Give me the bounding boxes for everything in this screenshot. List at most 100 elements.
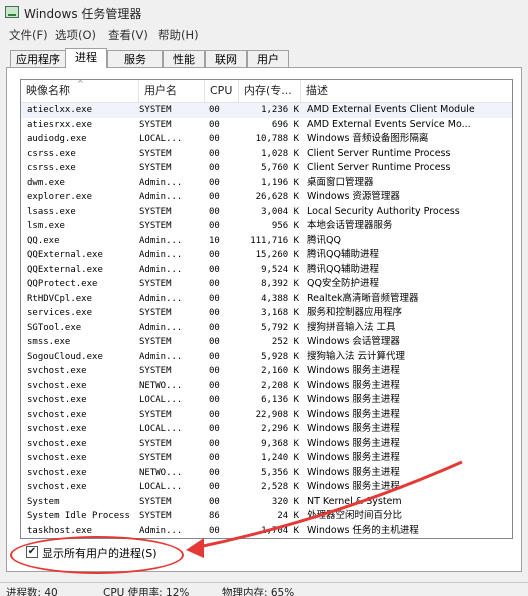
- column-image-name[interactable]: ^ 映像名称: [21, 80, 139, 102]
- process-description: 搜狗拼音输入法 工具: [307, 321, 396, 333]
- process-cpu: 00: [209, 134, 220, 144]
- process-memory: 1,236 K: [261, 105, 299, 115]
- process-row[interactable]: svchost.exe NETWO... 00 2,208 K Windows 服务主进…: [21, 379, 512, 394]
- process-cpu: 00: [209, 395, 220, 405]
- column-memory[interactable]: 内存(专...: [239, 80, 301, 102]
- process-row[interactable]: taskhost.exe Admin... 00 1,704 K Windows 任务的…: [21, 524, 512, 539]
- process-image-name: csrss.exe: [27, 148, 76, 159]
- process-description: Windows 任务的主机进程: [307, 524, 419, 536]
- process-user-name: Admin...: [139, 322, 183, 333]
- process-cpu: 00: [209, 351, 220, 362]
- process-image-name: explorer.exe: [27, 192, 93, 202]
- process-row[interactable]: dwm.exe Admin... 00 1,196 K 桌面窗口管理器: [21, 176, 512, 191]
- column-cpu[interactable]: CPU: [205, 80, 239, 102]
- menu-help[interactable]: 帮助(H): [158, 27, 199, 43]
- process-memory: 5,928 K: [261, 351, 299, 362]
- menu-bar: 文件(F) 选项(O) 查看(V) 帮助(H): [0, 26, 528, 44]
- process-description: 处理器空闲时间百分比: [307, 510, 403, 521]
- process-row[interactable]: QQProtect.exe SYSTEM 00 8,392 K QQ安全防护进程: [21, 277, 512, 292]
- process-row[interactable]: SogouCloud.exe Admin... 00 5,928 K 搜狗输入法 云计算…: [21, 350, 512, 365]
- process-memory: 2,208 K: [261, 380, 299, 391]
- process-cpu: 00: [209, 177, 220, 188]
- window-title: Windows 任务管理器: [24, 7, 142, 21]
- column-description[interactable]: 描述: [301, 80, 512, 102]
- process-description: QQ安全防护进程: [307, 278, 379, 289]
- process-row[interactable]: services.exe SYSTEM 00 3,168 K 服务和控制器应用程序: [21, 306, 512, 321]
- process-row[interactable]: svchost.exe SYSTEM 00 1,240 K Windows 服务主进程: [21, 451, 512, 466]
- process-row[interactable]: System SYSTEM 00 320 K NT Kernel & System: [21, 495, 512, 510]
- process-image-name: System Idle Process: [27, 511, 130, 521]
- sort-ascending-icon: ^: [77, 79, 84, 88]
- process-description: NT Kernel & System: [307, 495, 402, 507]
- process-description: 桌面窗口管理器: [307, 176, 374, 188]
- process-row[interactable]: lsass.exe SYSTEM 00 3,004 K Local Security A…: [21, 205, 512, 220]
- process-memory: 4,388 K: [261, 293, 299, 304]
- process-row[interactable]: svchost.exe SYSTEM 00 9,368 K Windows 服务主进程: [21, 437, 512, 452]
- process-row[interactable]: svchost.exe LOCAL... 00 2,528 K Windows 服务主进…: [21, 480, 512, 495]
- process-cpu: 00: [209, 105, 220, 115]
- process-user-name: SYSTEM: [139, 119, 172, 130]
- process-row[interactable]: atieclxx.exe SYSTEM 00 1,236 K AMD External …: [21, 103, 512, 118]
- process-row[interactable]: QQExternal.exe Admin... 00 15,260 K 腾讯QQ辅助进程: [21, 248, 512, 263]
- tab-users[interactable]: 用户: [247, 50, 289, 67]
- process-list[interactable]: ^ 映像名称 用户名 CPU 内存(专... 描述 atieclxx.exe SY…: [20, 79, 513, 539]
- process-row[interactable]: SGTool.exe Admin... 00 5,792 K 搜狗拼音输入法 工具: [21, 321, 512, 336]
- tab-networking[interactable]: 联网: [205, 50, 247, 67]
- process-description: Windows 服务主进程: [307, 379, 400, 391]
- process-row[interactable]: lsm.exe SYSTEM 00 956 K 本地会话管理器服务: [21, 219, 512, 234]
- process-user-name: SYSTEM: [139, 221, 172, 231]
- tab-performance[interactable]: 性能: [163, 50, 205, 67]
- column-user-name[interactable]: 用户名: [139, 80, 205, 102]
- process-user-name: Admin...: [139, 192, 183, 202]
- process-row[interactable]: RtHDVCpl.exe Admin... 00 4,388 K Realtek高清晰音…: [21, 292, 512, 307]
- menu-options[interactable]: 选项(O): [55, 27, 96, 43]
- process-row[interactable]: QQExternal.exe Admin... 00 9,524 K 腾讯QQ辅助进程: [21, 263, 512, 278]
- process-user-name: Admin...: [139, 177, 183, 188]
- show-all-processes-checkbox[interactable]: ✔: [26, 546, 38, 558]
- process-row[interactable]: audiodg.exe LOCAL... 00 10,788 K Windows 音频设…: [21, 132, 512, 147]
- process-user-name: SYSTEM: [139, 308, 172, 318]
- tab-applications[interactable]: 应用程序: [10, 50, 66, 67]
- process-row[interactable]: atiesrxx.exe SYSTEM 00 696 K AMD External Ev…: [21, 118, 512, 133]
- status-memory: 物理内存: 65%: [222, 587, 295, 596]
- title-bar: Windows 任务管理器: [0, 0, 528, 26]
- process-image-name: lsm.exe: [27, 221, 65, 231]
- tab-services[interactable]: 服务: [107, 50, 163, 67]
- process-row[interactable]: csrss.exe SYSTEM 00 1,028 K Client Server Ru…: [21, 147, 512, 162]
- process-description: Client Server Runtime Process: [307, 147, 451, 159]
- menu-view[interactable]: 查看(V): [108, 27, 148, 43]
- process-description: Client Server Runtime Process: [307, 162, 451, 173]
- process-row[interactable]: smss.exe SYSTEM 00 252 K Windows 会话管理器: [21, 335, 512, 350]
- process-memory: 15,260 K: [255, 250, 299, 260]
- process-row[interactable]: svchost.exe SYSTEM 00 22,908 K Windows 服务主进程: [21, 408, 512, 423]
- process-image-name: taskhost.exe: [27, 525, 93, 536]
- process-row[interactable]: svchost.exe SYSTEM 00 2,160 K Windows 服务主进程: [21, 364, 512, 379]
- process-image-name: svchost.exe: [27, 467, 87, 478]
- process-row[interactable]: csrss.exe SYSTEM 00 5,760 K Client Server Ru…: [21, 161, 512, 176]
- process-row[interactable]: QQ.exe Admin... 10 111,716 K 腾讯QQ: [21, 234, 512, 249]
- process-cpu: 00: [209, 337, 220, 347]
- menu-file[interactable]: 文件(F): [9, 27, 48, 43]
- list-header: ^ 映像名称 用户名 CPU 内存(专... 描述: [21, 80, 512, 103]
- process-user-name: Admin...: [139, 250, 183, 260]
- process-memory: 5,356 K: [261, 467, 299, 478]
- process-memory: 2,296 K: [261, 424, 299, 434]
- process-description: Windows 服务主进程: [307, 408, 400, 420]
- process-image-name: System: [27, 496, 60, 507]
- process-row[interactable]: svchost.exe LOCAL... 00 6,136 K Windows 服务主进…: [21, 393, 512, 408]
- process-memory: 5,760 K: [261, 163, 299, 173]
- process-row[interactable]: svchost.exe NETWO... 00 5,356 K Windows 服务主进…: [21, 466, 512, 481]
- process-row[interactable]: explorer.exe Admin... 00 26,628 K Windows 资源…: [21, 190, 512, 205]
- tab-processes[interactable]: 进程: [65, 48, 107, 68]
- process-row[interactable]: svchost.exe LOCAL... 00 2,296 K Windows 服务主进…: [21, 422, 512, 437]
- process-row[interactable]: System Idle Process SYSTEM 86 24 K 处理器空闲时间百分…: [21, 509, 512, 524]
- process-cpu: 00: [209, 206, 220, 217]
- process-memory: 320 K: [271, 496, 299, 507]
- process-user-name: SYSTEM: [139, 105, 172, 115]
- process-cpu: 00: [209, 322, 220, 333]
- process-cpu: 00: [209, 192, 220, 202]
- process-cpu: 00: [209, 250, 220, 260]
- process-memory: 1,240 K: [261, 453, 299, 463]
- process-cpu: 00: [209, 409, 220, 420]
- show-all-processes-label[interactable]: 显示所有用户的进程(S): [42, 545, 157, 561]
